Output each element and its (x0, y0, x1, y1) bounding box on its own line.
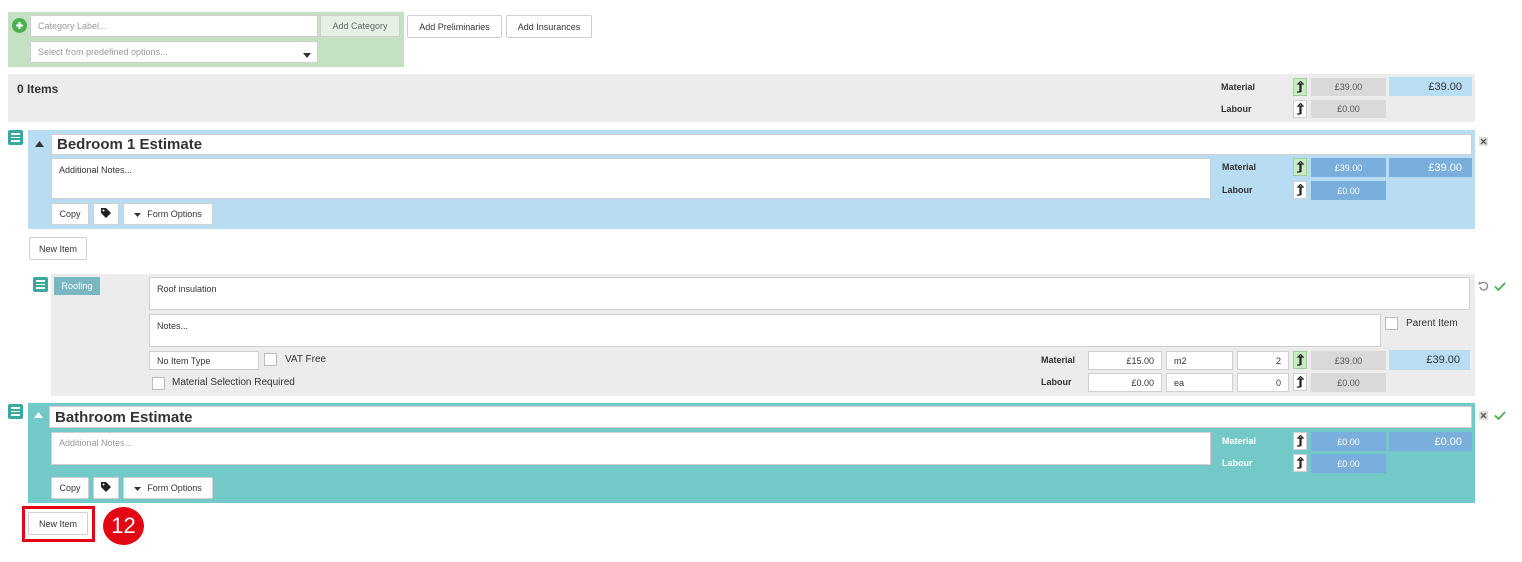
bedroom-menu-icon[interactable] (8, 130, 23, 145)
roof-labour-total: £0.00 (1311, 373, 1386, 392)
bathroom-notes-input[interactable]: Additional Notes... (51, 432, 1211, 465)
add-insurances-button[interactable]: Add Insurances (506, 15, 592, 38)
step-badge: 12 (103, 507, 144, 545)
roof-material-arrow-up-icon[interactable] (1293, 351, 1307, 369)
plus-circle-icon[interactable] (12, 18, 27, 33)
roof-labour-rate-input[interactable]: £0.00 (1088, 373, 1162, 392)
material-selection-checkbox[interactable] (152, 377, 165, 390)
bedroom-form-options-label: Form Options (147, 209, 202, 219)
bedroom-notes-input[interactable]: Additional Notes... (51, 158, 1211, 199)
bedroom-caret-up-icon[interactable] (35, 139, 44, 150)
summary-total-value: £39.00 (1389, 77, 1472, 96)
bathroom-menu-icon[interactable] (8, 404, 23, 419)
roof-labour-unit-input[interactable]: ea (1166, 373, 1233, 392)
bathroom-form-options-label: Form Options (147, 483, 202, 493)
check-icon[interactable] (1494, 282, 1506, 294)
bedroom-material-value: £39.00 (1311, 158, 1386, 177)
roof-material-label: Material (1041, 355, 1076, 365)
category-label-input[interactable]: Category Label... (30, 15, 318, 37)
roof-material-total: £39.00 (1311, 351, 1386, 370)
undo-icon[interactable] (1478, 280, 1489, 294)
roof-labour-label: Labour (1041, 377, 1072, 387)
add-category-button[interactable]: Add Category (320, 15, 400, 37)
bathroom-tag-button[interactable] (93, 477, 119, 499)
parent-item-label: Parent Item (1406, 318, 1458, 329)
vat-free-checkbox[interactable] (264, 353, 277, 366)
bathroom-labour-arrow-up-icon[interactable] (1293, 454, 1307, 472)
bedroom-form-options-button[interactable]: Form Options (123, 203, 213, 225)
tag-icon (101, 482, 111, 494)
roof-material-qty-input[interactable]: 2 (1237, 351, 1289, 370)
material-selection-label: Material Selection Required (172, 377, 295, 388)
new-item-button-bathroom[interactable]: New Item (28, 512, 88, 535)
summary-labour-label: Labour (1221, 104, 1252, 114)
bedroom-copy-button[interactable]: Copy (51, 203, 89, 225)
caret-down-icon (303, 50, 311, 60)
roof-description-input[interactable]: Roof insulation (149, 277, 1470, 310)
vat-free-label: VAT Free (285, 354, 327, 365)
bathroom-copy-button[interactable]: Copy (51, 477, 89, 499)
bathroom-check-icon[interactable] (1494, 411, 1506, 423)
roof-labour-arrow-up-icon[interactable] (1293, 373, 1307, 391)
tag-icon (101, 208, 111, 220)
roof-labour-qty-input[interactable]: 0 (1237, 373, 1289, 392)
summary-material-value: £39.00 (1311, 78, 1386, 96)
roof-material-unit-input[interactable]: m2 (1166, 351, 1233, 370)
bathroom-form-options-button[interactable]: Form Options (123, 477, 213, 499)
predefined-options-placeholder: Select from predefined options... (38, 47, 168, 57)
bathroom-labour-value: £0.00 (1311, 454, 1386, 473)
summary-material-label: Material (1221, 82, 1256, 92)
bathroom-caret-up-icon[interactable] (34, 410, 43, 421)
roof-material-rate-input[interactable]: £15.00 (1088, 351, 1162, 370)
bedroom-material-arrow-up-icon[interactable] (1293, 158, 1307, 176)
bedroom-total-value: £39.00 (1389, 158, 1472, 177)
bedroom-labour-arrow-up-icon[interactable] (1293, 181, 1307, 199)
items-count: 0 Items (17, 82, 59, 96)
summary-labour-arrow-up-icon[interactable] (1293, 100, 1307, 118)
bedroom-title-input[interactable]: Bedroom 1 Estimate (51, 134, 1472, 155)
summary-material-arrow-up-icon[interactable] (1293, 78, 1307, 96)
bathroom-close-icon[interactable] (1479, 411, 1488, 423)
bedroom-tag-button[interactable] (93, 203, 119, 225)
predefined-options-select[interactable]: Select from predefined options... (30, 41, 318, 63)
roof-grand-total: £39.00 (1389, 350, 1470, 370)
caret-down-icon (134, 483, 142, 493)
roof-item-menu-icon[interactable] (33, 277, 48, 292)
bathroom-total-value: £0.00 (1389, 432, 1472, 451)
bedroom-close-icon[interactable] (1479, 137, 1488, 149)
new-item-button-bedroom[interactable]: New Item (29, 237, 87, 260)
bathroom-material-label: Material (1222, 436, 1257, 446)
bedroom-material-label: Material (1222, 162, 1257, 172)
bathroom-material-arrow-up-icon[interactable] (1293, 432, 1307, 450)
bathroom-labour-label: Labour (1222, 458, 1253, 468)
caret-down-icon (134, 209, 142, 219)
parent-item-checkbox[interactable] (1385, 317, 1398, 330)
bathroom-material-value: £0.00 (1311, 432, 1386, 451)
roof-category-badge: Roofing (54, 277, 100, 295)
bedroom-labour-label: Labour (1222, 185, 1253, 195)
item-type-select[interactable]: No Item Type (149, 351, 259, 370)
summary-labour-value: £0.00 (1311, 100, 1386, 118)
bathroom-title-input[interactable]: Bathroom Estimate (49, 406, 1472, 428)
add-preliminaries-button[interactable]: Add Preliminaries (407, 15, 502, 38)
bedroom-labour-value: £0.00 (1311, 181, 1386, 200)
roof-notes-input[interactable]: Notes... (149, 314, 1381, 347)
